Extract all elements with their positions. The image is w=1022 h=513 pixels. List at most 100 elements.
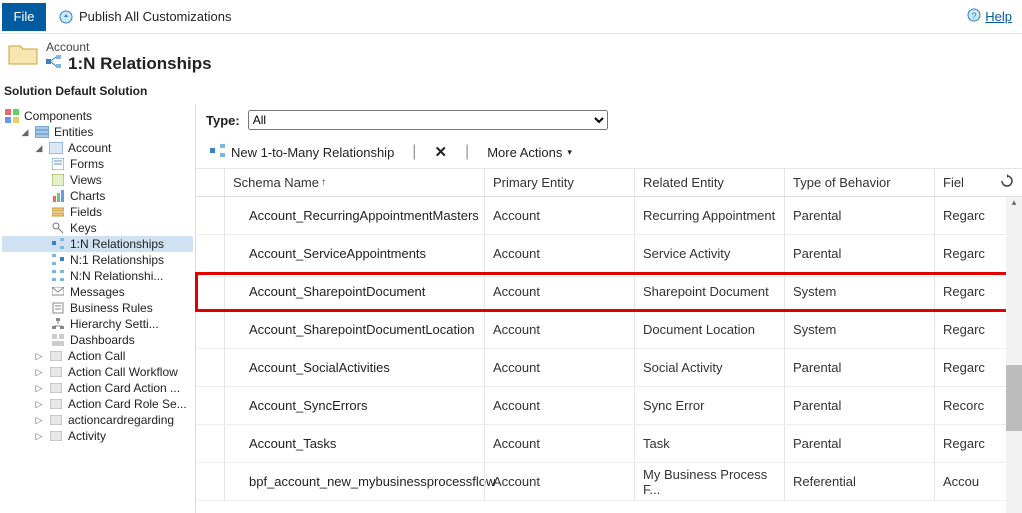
cell-schema: Account_RecurringAppointmentMasters [224, 197, 484, 234]
tree-hierarchy[interactable]: Hierarchy Setti... [2, 316, 193, 332]
expand-icon[interactable]: ▷ [34, 415, 44, 426]
tree-1n-relationships[interactable]: 1:N Relationships [2, 236, 193, 252]
cell-type: Parental [784, 349, 934, 386]
separator: | [465, 143, 469, 161]
relationship-icon [50, 237, 66, 251]
tree-charts[interactable]: Charts [2, 188, 193, 204]
cell-primary: Account [484, 273, 634, 310]
cell-primary: Account [484, 349, 634, 386]
tree-n1-relationships[interactable]: N:1 Relationships [2, 252, 193, 268]
table-row[interactable]: bpf_account_new_mybusinessprocessflow Acc… [196, 463, 1022, 501]
messages-icon [50, 285, 66, 299]
table-row[interactable]: Account_TasksAccountTaskParentalRegarc [196, 425, 1022, 463]
collapse-icon[interactable]: ◢ [20, 127, 30, 138]
tree-messages[interactable]: Messages [2, 284, 193, 300]
scroll-thumb[interactable] [1006, 365, 1022, 431]
file-menu-button[interactable]: File [2, 3, 46, 31]
table-row[interactable]: Account_SyncErrorsAccountSync ErrorParen… [196, 387, 1022, 425]
expand-icon[interactable]: ▷ [34, 383, 44, 394]
sort-asc-icon: ↑ [321, 177, 326, 188]
delete-button[interactable]: ✕ [430, 141, 451, 163]
cell-primary: Account [484, 425, 634, 462]
components-icon [4, 109, 20, 123]
tree-dashboards[interactable]: Dashboards [2, 332, 193, 348]
tree-entities[interactable]: ◢Entities [2, 124, 193, 140]
tree-action-call[interactable]: ▷Action Call [2, 348, 193, 364]
tree-keys[interactable]: Keys [2, 220, 193, 236]
table-row[interactable]: Account_ServiceAppointmentsAccountServic… [196, 235, 1022, 273]
column-related-entity[interactable]: Related Entity [634, 169, 784, 196]
help-icon: ? [967, 8, 981, 25]
cell-field: Regarc [934, 349, 984, 386]
table-row[interactable]: Account_SocialActivitiesAccountSocial Ac… [196, 349, 1022, 387]
cell-field: Regarc [934, 425, 984, 462]
cell-type: System [784, 273, 934, 310]
cell-type: Referential [784, 463, 934, 500]
tree-views[interactable]: Views [2, 172, 193, 188]
breadcrumb: Account [46, 40, 212, 54]
column-schema-name[interactable]: Schema Name↑ [224, 169, 484, 196]
cell-related: Recurring Appointment [634, 197, 784, 234]
column-field[interactable]: Fiel [934, 169, 984, 196]
relationship-icon [46, 54, 62, 74]
expand-icon[interactable]: ▷ [34, 399, 44, 410]
tree-nn-relationships[interactable]: N:N Relationshi... [2, 268, 193, 284]
refresh-button[interactable] [1000, 174, 1014, 191]
cell-primary: Account [484, 235, 634, 272]
cell-field: Regarc [934, 311, 984, 348]
entity-icon [48, 365, 64, 379]
collapse-icon[interactable]: ◢ [34, 143, 44, 154]
cell-primary: Account [484, 387, 634, 424]
column-type-behavior[interactable]: Type of Behavior [784, 169, 934, 196]
charts-icon [50, 189, 66, 203]
business-rules-icon [50, 301, 66, 315]
tree-account[interactable]: ◢Account [2, 140, 193, 156]
cell-related: My Business Process F... [634, 463, 784, 500]
cell-schema: Account_SocialActivities [224, 349, 484, 386]
tree-action-card-role[interactable]: ▷Action Card Role Se... [2, 396, 193, 412]
more-actions-button[interactable]: More Actions▾ [483, 143, 576, 162]
cell-related: Document Location [634, 311, 784, 348]
table-row[interactable]: Account_SharepointDocumentLocationAccoun… [196, 311, 1022, 349]
vertical-scrollbar[interactable]: ▴ [1006, 197, 1022, 513]
folder-icon [8, 40, 38, 69]
relationship-icon [50, 253, 66, 267]
forms-icon [50, 157, 66, 171]
cell-schema: bpf_account_new_mybusinessprocessflow [224, 463, 484, 500]
checkbox-column[interactable] [196, 169, 224, 196]
tree-actioncardregarding[interactable]: ▷actioncardregarding [2, 412, 193, 428]
scroll-up-icon[interactable]: ▴ [1006, 197, 1022, 213]
tree-activity[interactable]: ▷Activity [2, 428, 193, 444]
publish-all-button[interactable]: Publish All Customizations [58, 9, 231, 25]
tree-action-call-workflow[interactable]: ▷Action Call Workflow [2, 364, 193, 380]
cell-schema: Account_ServiceAppointments [224, 235, 484, 272]
cell-field: Regarc [934, 273, 984, 310]
tree-forms[interactable]: Forms [2, 156, 193, 172]
cell-related: Sharepoint Document [634, 273, 784, 310]
expand-icon[interactable]: ▷ [34, 431, 44, 442]
navigation-tree: Components ◢Entities ◢Account Forms View… [0, 104, 196, 513]
new-relationship-button[interactable]: New 1-to-Many Relationship [206, 142, 398, 163]
relationship-icon [50, 269, 66, 283]
tree-action-card-action[interactable]: ▷Action Card Action ... [2, 380, 193, 396]
cell-field: Accou [934, 463, 984, 500]
entity-icon [48, 141, 64, 155]
expand-icon[interactable]: ▷ [34, 351, 44, 362]
cell-type: Parental [784, 197, 934, 234]
hierarchy-icon [50, 317, 66, 331]
tree-fields[interactable]: Fields [2, 204, 193, 220]
table-row[interactable]: Account_RecurringAppointmentMastersAccou… [196, 197, 1022, 235]
tree-business-rules[interactable]: Business Rules [2, 300, 193, 316]
tree-components[interactable]: Components [2, 108, 193, 124]
entity-icon [48, 397, 64, 411]
table-row[interactable]: Account_SharepointDocumentAccountSharepo… [196, 273, 1022, 311]
cell-field: Recorc [934, 387, 984, 424]
cell-schema: Account_Tasks [224, 425, 484, 462]
expand-icon[interactable]: ▷ [34, 367, 44, 378]
entity-icon [48, 349, 64, 363]
type-select[interactable]: All [248, 110, 608, 130]
cell-primary: Account [484, 197, 634, 234]
column-primary-entity[interactable]: Primary Entity [484, 169, 634, 196]
relationship-icon [210, 144, 226, 161]
help-link[interactable]: ? Help [967, 8, 1012, 25]
